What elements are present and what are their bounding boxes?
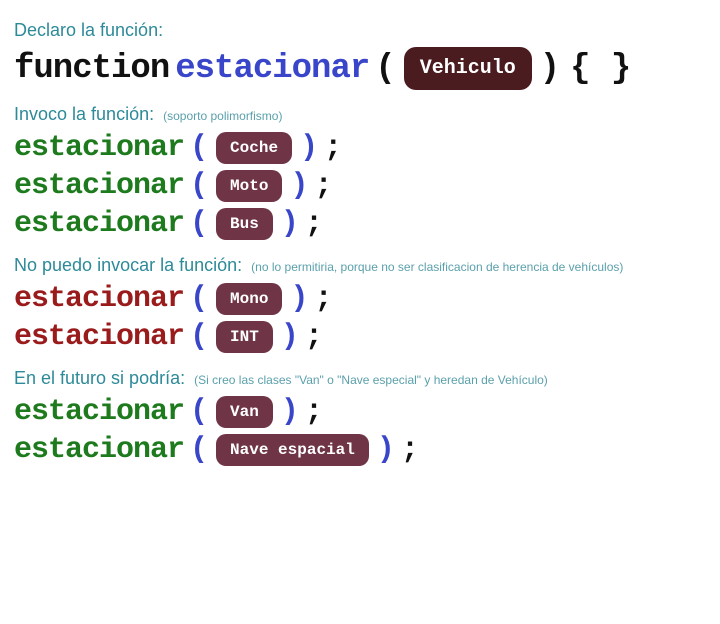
call-line: estacionar ( Bus ) ; [14, 207, 706, 241]
paren-close: ) [281, 320, 299, 354]
arg-type-pill: Coche [216, 132, 292, 164]
section-subtitle: (soporto polimorfismo) [163, 109, 282, 123]
invoke-future-block: estacionar ( Van ) ; estacionar ( Nave e… [14, 395, 706, 467]
paren-close: ) [377, 433, 395, 467]
paren-open: ( [190, 433, 208, 467]
paren-open: ( [375, 50, 395, 88]
semicolon: ; [305, 207, 323, 241]
arg-type-pill: Mono [216, 283, 282, 315]
section-title-text: No puedo invocar la función: [14, 255, 242, 275]
paren-close: ) [540, 50, 560, 88]
arg-type-pill: Moto [216, 170, 282, 202]
call-line: estacionar ( INT ) ; [14, 320, 706, 354]
semicolon: ; [401, 433, 419, 467]
semicolon: ; [314, 169, 332, 203]
declaration-block: function estacionar ( Vehiculo ) { } [14, 47, 706, 90]
call-line: estacionar ( Moto ) ; [14, 169, 706, 203]
call-line: estacionar ( Nave espacial ) ; [14, 433, 706, 467]
function-name-decl: estacionar [175, 50, 369, 88]
keyword-function: function [14, 50, 169, 88]
section-title-invoke: Invoco la función: (soporto polimorfismo… [14, 104, 706, 125]
call-fn: estacionar [14, 433, 184, 467]
section-subtitle: (Si creo las clases "Van" o "Nave especi… [194, 373, 548, 387]
paren-close: ) [290, 282, 308, 316]
paren-open: ( [190, 320, 208, 354]
semicolon: ; [305, 320, 323, 354]
call-fn: estacionar [14, 131, 184, 165]
call-fn: estacionar [14, 282, 184, 316]
section-subtitle: (no lo permitiria, porque no ser clasifi… [251, 260, 623, 274]
section-title-cannot: No puedo invocar la función: (no lo perm… [14, 255, 706, 276]
call-fn: estacionar [14, 320, 184, 354]
section-title-text: Invoco la función: [14, 104, 154, 124]
paren-open: ( [190, 169, 208, 203]
arg-type-pill: INT [216, 321, 273, 353]
section-title-declare: Declaro la función: [14, 20, 706, 41]
fn-body-braces: { } [570, 50, 631, 88]
declaration-line: function estacionar ( Vehiculo ) { } [14, 47, 706, 90]
paren-open: ( [190, 131, 208, 165]
paren-close: ) [281, 207, 299, 241]
paren-open: ( [190, 207, 208, 241]
paren-close: ) [281, 395, 299, 429]
arg-type-pill: Nave espacial [216, 434, 369, 466]
paren-open: ( [190, 282, 208, 316]
section-title-text: En el futuro si podría: [14, 368, 185, 388]
paren-close: ) [300, 131, 318, 165]
paren-close: ) [290, 169, 308, 203]
semicolon: ; [305, 395, 323, 429]
call-fn: estacionar [14, 395, 184, 429]
semicolon: ; [314, 282, 332, 316]
call-line: estacionar ( Coche ) ; [14, 131, 706, 165]
call-fn: estacionar [14, 169, 184, 203]
section-title-future: En el futuro si podría: (Si creo las cla… [14, 368, 706, 389]
semicolon: ; [324, 131, 342, 165]
call-line: estacionar ( Mono ) ; [14, 282, 706, 316]
call-line: estacionar ( Van ) ; [14, 395, 706, 429]
call-fn: estacionar [14, 207, 184, 241]
param-type-pill: Vehiculo [404, 47, 532, 90]
arg-type-pill: Van [216, 396, 273, 428]
invoke-ok-block: estacionar ( Coche ) ; estacionar ( Moto… [14, 131, 706, 241]
invoke-bad-block: estacionar ( Mono ) ; estacionar ( INT )… [14, 282, 706, 354]
arg-type-pill: Bus [216, 208, 273, 240]
paren-open: ( [190, 395, 208, 429]
